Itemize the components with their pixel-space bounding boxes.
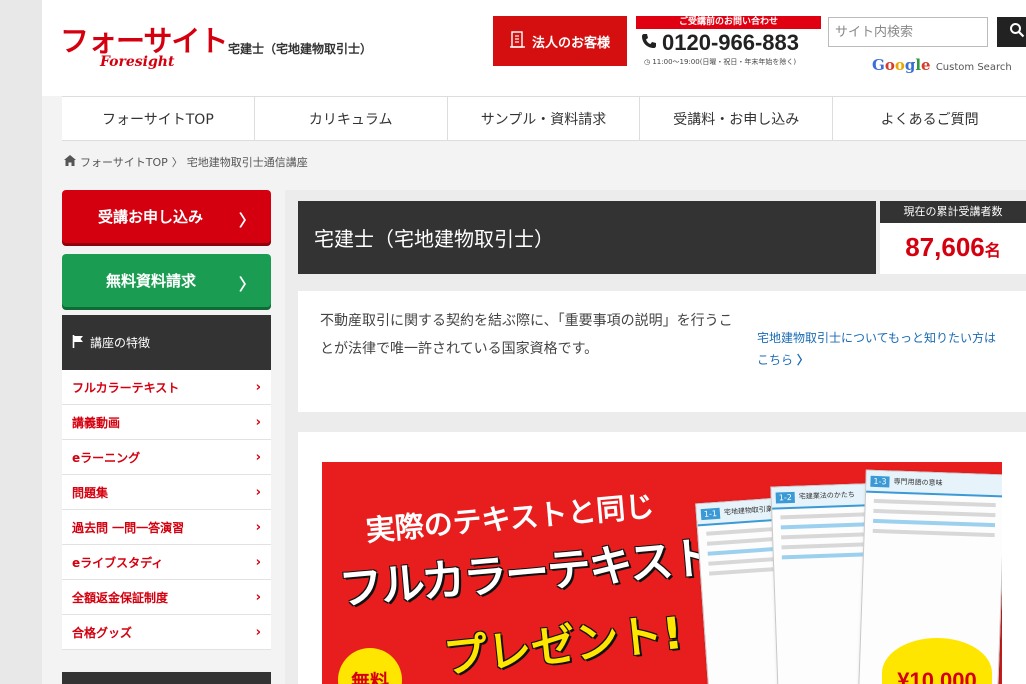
feature-item-fullcolor-text[interactable]: フルカラーテキスト › [62,370,271,405]
features-heading-label: 講座の特徴 [90,336,151,350]
google-custom-search: Google Custom Search [872,56,1012,74]
feature-item-past-exam-drill[interactable]: 過去問 一問一答演習 › [62,510,271,545]
feature-item-elearning[interactable]: eラーニング › [62,440,271,475]
tel-heading: ご受講前のお問い合わせ [636,16,821,29]
logo-en: Foresight [100,54,175,70]
chevron-right-icon: › [255,484,261,500]
search-input[interactable] [828,17,988,47]
feature-item-pass-goods[interactable]: 合格グッズ › [62,615,271,650]
tel-contact[interactable]: ご受講前のお問い合わせ 0120-966-883 ◷ 11:00〜19:00(日… [636,16,821,68]
features-list: フルカラーテキスト › 講義動画 › eラーニング › 問題集 › 過去問 一問… [62,370,271,650]
flag-icon [72,334,84,351]
banner-line3: プレゼント! [441,607,686,684]
sidebar-next-section [62,672,271,684]
request-docs-button[interactable]: 無料資料請求 〉 [62,254,271,307]
chevron-right-icon: › [255,414,261,430]
nav-item-sample[interactable]: サンプル・資料請求 [448,97,641,141]
apply-button[interactable]: 受講お申し込み 〉 [62,190,271,243]
features-heading: 講座の特徴 [62,315,271,370]
feature-item-refund-guarantee[interactable]: 全額返金保証制度 › [62,580,271,615]
chevron-right-icon: › [255,519,261,535]
promo-banner[interactable]: 実際のテキストと同じ フルカラーテキスト プレゼント! 無料 1-1 宅地建物取引… [322,462,1002,684]
corporate-label: 法人のお客様 [531,35,610,51]
corporate-button[interactable]: 法人のお客様 [493,16,627,66]
request-docs-label: 無料資料請求 [106,272,197,290]
site-header: フォーサイト Foresight 宅建士（宅地建物取引士） 法人のお客様 ご受講… [42,0,1026,96]
header-tagline: 宅建士（宅地建物取引士） [228,42,373,56]
nav-item-fees[interactable]: 受講料・お申し込み [640,97,834,141]
chevron-right-icon: 〉 [796,353,809,367]
tel-hours: ◷ 11:00〜19:00(日曜・祝日・年末年始を除く) [644,58,797,66]
promo-banner-container: 実際のテキストと同じ フルカラーテキスト プレゼント! 無料 1-1 宅地建物取引… [298,432,1026,684]
student-count-value: 87,606名 [905,232,1001,262]
home-icon [64,155,76,169]
breadcrumb-separator: 〉 [171,156,183,169]
student-count-label: 現在の累計受講者数 [880,201,1026,223]
site-logo[interactable]: フォーサイト Foresight [60,18,228,78]
tel-number-row: 0120-966-883 [636,29,821,57]
student-count: 現在の累計受講者数 87,606名 [880,201,1026,274]
nav-item-faq[interactable]: よくあるご質問 [833,97,1026,141]
breadcrumb-home-link[interactable]: フォーサイトTOP [80,154,168,170]
clock-icon: ◷ [644,58,651,66]
feature-item-workbook[interactable]: 問題集 › [62,475,271,510]
course-description: 不動産取引に関する契約を結ぶ際に、「重要事項の説明」を行うことが法律で唯一許され… [298,291,1026,412]
chevron-right-icon: › [255,624,261,640]
page-title: 宅建士（宅地建物取引士） [298,201,876,274]
feature-item-lecture-video[interactable]: 講義動画 › [62,405,271,440]
chevron-right-icon: 〉 [238,275,255,294]
description-text: 不動産取引に関する契約を結ぶ際に、「重要事項の説明」を行うことが法律で唯一許され… [320,313,733,357]
page: フォーサイト Foresight 宅建士（宅地建物取引士） 法人のお客様 ご受講… [42,0,1026,684]
custom-search-label: Custom Search [935,62,1012,73]
breadcrumb-current: 宅地建物取引士通信講座 [186,156,308,169]
phone-icon [640,29,658,57]
chevron-right-icon: › [255,379,261,395]
feature-item-elive-study[interactable]: eライブスタディ › [62,545,271,580]
nav-item-curriculum[interactable]: カリキュラム [255,97,448,141]
tel-number: 0120-966-883 [662,30,800,55]
apply-label: 受講お申し込み [98,208,204,226]
building-icon [509,30,526,52]
nav-item-top[interactable]: フォーサイトTOP [62,97,255,141]
chevron-right-icon: › [255,589,261,605]
search-button[interactable] [997,17,1026,47]
global-nav: フォーサイトTOP カリキュラム サンプル・資料請求 受講料・お申し込み よくあ… [62,96,1026,141]
chevron-right-icon: 〉 [238,211,255,230]
chevron-right-icon: › [255,449,261,465]
google-logo: Google [872,56,931,74]
breadcrumb: フォーサイトTOP 〉 宅地建物取引士通信講座 [64,154,308,170]
free-badge: 無料 [338,648,402,684]
search-icon [1009,22,1025,42]
more-info-link[interactable]: 宅地建物取引士についてもっと知りたい方はこちら 〉 [757,327,997,371]
chevron-right-icon: › [255,554,261,570]
